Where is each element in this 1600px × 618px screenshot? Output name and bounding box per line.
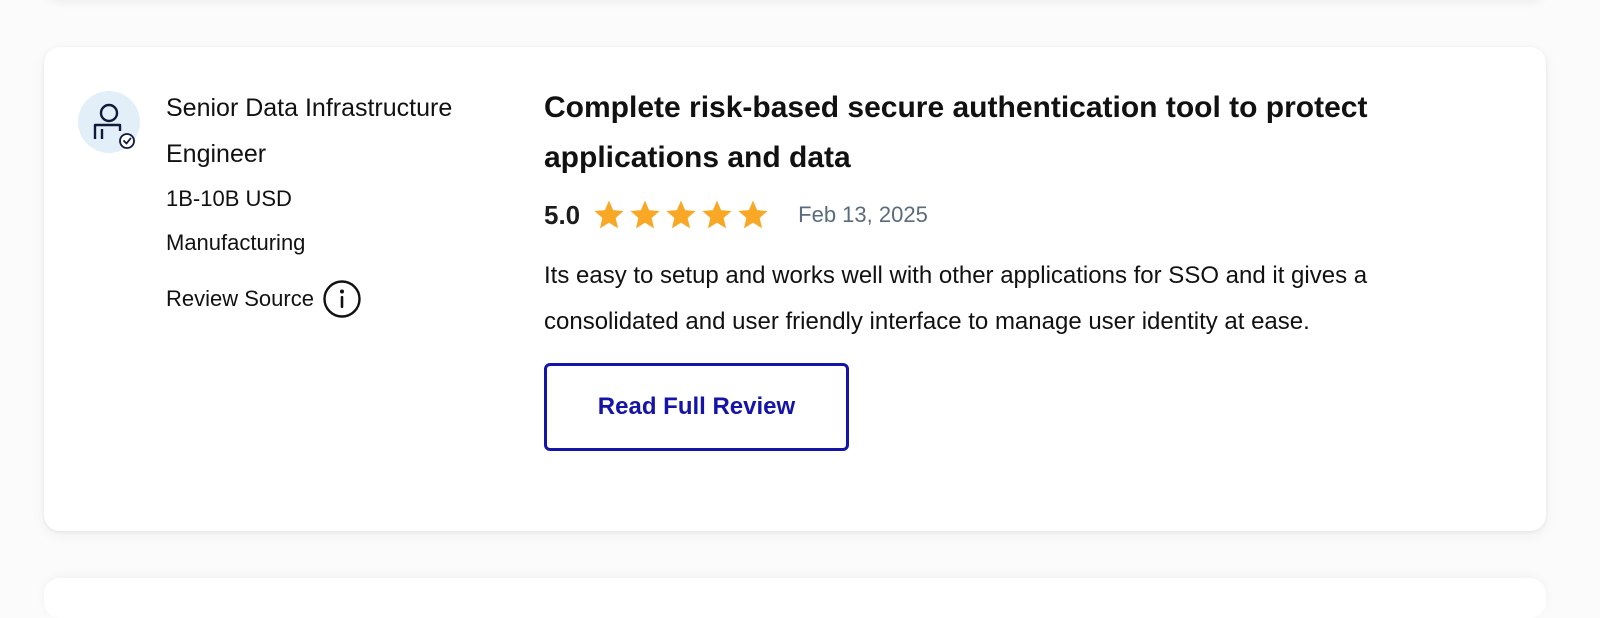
reviewer-info: Senior Data Infrastructure Engineer 1B-1…: [166, 85, 526, 319]
review-title: Complete risk-based secure authenticatio…: [544, 91, 1368, 174]
user-verified-icon: [93, 103, 135, 149]
industry: Manufacturing: [166, 230, 306, 255]
read-full-review-button[interactable]: Read Full Review: [544, 363, 849, 451]
star-icon: [630, 200, 660, 229]
star-icon: [738, 200, 768, 229]
rating-value: 5.0: [544, 199, 581, 230]
review-content: Complete risk-based secure authenticatio…: [544, 83, 1504, 451]
reviewer-role: Senior Data Infrastructure Engineer: [166, 94, 453, 168]
star-icon: [594, 200, 624, 229]
avatar: [78, 91, 140, 153]
star-icon: [702, 200, 732, 229]
company-size: 1B-10B USD: [166, 186, 292, 211]
review-date: Feb 13, 2025: [798, 202, 928, 227]
rating-row: 5.0 Feb 13, 2025: [544, 195, 1504, 235]
review-source-label: Review Source: [166, 286, 314, 311]
review-body: Its easy to setup and works well with ot…: [544, 262, 1368, 335]
review-source: Review Source: [166, 279, 526, 319]
star-icon: [666, 200, 696, 229]
next-card-edge: [44, 578, 1546, 618]
info-icon[interactable]: [322, 279, 362, 319]
review-card: Senior Data Infrastructure Engineer 1B-1…: [44, 47, 1546, 531]
star-rating: [592, 198, 770, 232]
